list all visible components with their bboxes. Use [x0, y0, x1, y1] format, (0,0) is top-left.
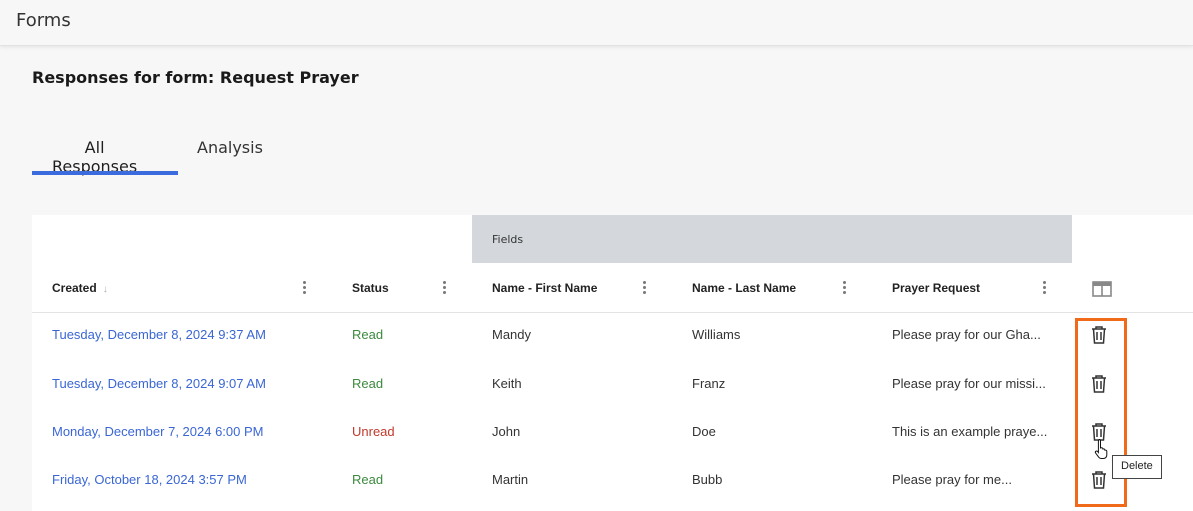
fields-group-header: Fields	[472, 215, 1072, 263]
table-row: Monday, December 7, 2024 6:00 PM Unread …	[32, 409, 1193, 457]
created-date-link[interactable]: Tuesday, December 8, 2024 9:37 AM	[52, 327, 266, 342]
prayer-request-cell: Please pray for our missi...	[892, 376, 1046, 391]
active-tab-indicator	[32, 171, 178, 175]
created-date-link[interactable]: Monday, December 7, 2024 6:00 PM	[52, 424, 264, 439]
column-header-prayer-request[interactable]: Prayer Request	[892, 281, 980, 295]
status-cell: Unread	[352, 424, 395, 439]
column-header-created[interactable]: Created ↓	[52, 281, 108, 295]
table-row: Tuesday, December 8, 2024 9:07 AM Read K…	[32, 361, 1193, 409]
last-name-column-menu-icon[interactable]	[841, 280, 847, 298]
status-column-menu-icon[interactable]	[441, 280, 447, 298]
first-name-column-menu-icon[interactable]	[641, 280, 647, 298]
last-name-cell: Williams	[692, 327, 741, 342]
first-name-cell: John	[492, 424, 521, 439]
last-name-cell: Bubb	[692, 472, 723, 487]
tab-all-responses[interactable]: All Responses	[52, 126, 137, 176]
responses-table: Fields Created ↓ Status Name - First Name…	[32, 215, 1193, 511]
prayer-request-column-menu-icon[interactable]	[1041, 280, 1047, 298]
created-column-menu-icon[interactable]	[301, 280, 307, 298]
table-row: Friday, October 18, 2024 3:57 PM Read Ma…	[32, 457, 1193, 505]
first-name-cell: Keith	[492, 376, 522, 391]
status-cell: Read	[352, 376, 384, 391]
app-title: Forms	[16, 10, 71, 31]
prayer-request-cell: Please pray for me...	[892, 472, 1012, 487]
last-name-cell: Franz	[692, 376, 726, 391]
sort-descending-icon: ↓	[102, 284, 108, 295]
tab-analysis[interactable]: Analysis	[197, 126, 263, 175]
table-header-row: Created ↓ Status Name - First Name Name -…	[32, 263, 1193, 313]
column-header-last-name[interactable]: Name - Last Name	[692, 281, 796, 295]
fields-group-label: Fields	[492, 233, 524, 246]
created-date-link[interactable]: Tuesday, December 8, 2024 9:07 AM	[52, 376, 266, 391]
prayer-request-cell: Please pray for our Gha...	[892, 327, 1041, 342]
column-header-first-name[interactable]: Name - First Name	[492, 281, 597, 295]
status-cell: Read	[352, 472, 384, 487]
first-name-cell: Martin	[492, 472, 529, 487]
prayer-request-cell: This is an example praye...	[892, 424, 1048, 439]
table-row: Tuesday, December 8, 2024 9:37 AM Read M…	[32, 312, 1193, 360]
top-bar: Forms	[0, 0, 1193, 46]
column-header-status[interactable]: Status	[352, 281, 389, 295]
hand-pointer-cursor-icon	[1094, 438, 1110, 464]
status-cell: Read	[352, 327, 384, 342]
page-title: Responses for form: Request Prayer	[32, 68, 359, 87]
delete-tooltip: Delete	[1112, 455, 1162, 479]
created-date-link[interactable]: Friday, October 18, 2024 3:57 PM	[52, 472, 247, 487]
last-name-cell: Doe	[692, 424, 716, 439]
columns-icon[interactable]	[1092, 281, 1112, 301]
first-name-cell: Mandy	[492, 327, 532, 342]
